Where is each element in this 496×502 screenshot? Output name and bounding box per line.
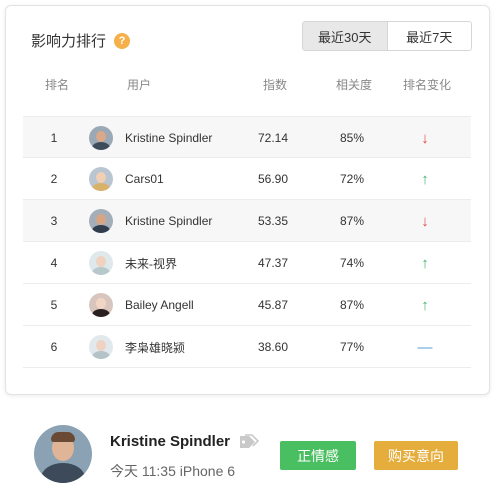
- positive-sentiment-button[interactable]: 正情感: [280, 441, 356, 470]
- avatar[interactable]: [89, 251, 113, 275]
- header-rank-change: 排名变化: [403, 78, 452, 92]
- arrow-down-icon: ↓: [421, 129, 429, 147]
- range-30-days-button[interactable]: 最近30天: [303, 22, 387, 50]
- arrow-up-icon: ↑: [421, 170, 429, 188]
- relevance-cell: 74%: [339, 256, 365, 270]
- post-author-bar: Kristine Spindler 今天 11:35 iPhone 6 正情感 …: [34, 425, 474, 485]
- relevance-cell: 77%: [339, 340, 365, 354]
- user-cell: Cars01: [89, 158, 164, 200]
- index-cell: 45.87: [257, 298, 289, 312]
- table-row[interactable]: 2 Cars01 56.90 72% ↑: [23, 158, 471, 200]
- rank-cell: 4: [50, 256, 58, 270]
- influence-ranking-panel: 影响力排行 ? 最近30天 最近7天 排名 用户 指数 相关度 排名变化 1 K…: [5, 5, 490, 395]
- arrow-up-icon: ↑: [421, 296, 429, 314]
- rank-cell: 2: [50, 172, 58, 186]
- user-cell: Bailey Angell: [89, 284, 194, 326]
- arrow-down-icon: ↓: [421, 212, 429, 230]
- user-name[interactable]: 李枭雄晓颍: [125, 339, 185, 356]
- table-row[interactable]: 5 Bailey Angell 45.87 87% ↑: [23, 284, 471, 326]
- help-icon[interactable]: ?: [114, 32, 131, 49]
- header-user: 用户: [127, 78, 152, 92]
- table-row[interactable]: 6 李枭雄晓颍 38.60 77% —: [23, 326, 471, 368]
- dash-icon: —: [417, 338, 433, 356]
- rank-cell: 3: [50, 214, 58, 228]
- avatar[interactable]: [89, 167, 113, 191]
- user-cell: Kristine Spindler: [89, 200, 212, 242]
- relevance-cell: 87%: [339, 298, 365, 312]
- user-cell: Kristine Spindler: [89, 117, 212, 159]
- table-row[interactable]: 1 Kristine Spindler 72.14 85% ↓: [23, 116, 471, 158]
- arrow-up-icon: ↑: [421, 254, 429, 272]
- panel-title: 影响力排行: [31, 33, 107, 50]
- relevance-cell: 85%: [339, 131, 365, 145]
- avatar[interactable]: [89, 209, 113, 233]
- header-rank: 排名: [45, 78, 70, 92]
- table-header: 排名 用户 指数 相关度 排名变化: [23, 76, 471, 100]
- user-name[interactable]: Bailey Angell: [125, 298, 194, 312]
- table-row[interactable]: 3 Kristine Spindler 53.35 87% ↓: [23, 200, 471, 242]
- panel-title-wrap: 影响力排行 ?: [31, 30, 131, 51]
- tag-icon[interactable]: [238, 433, 260, 450]
- user-name[interactable]: Kristine Spindler: [125, 214, 212, 228]
- user-cell: 李枭雄晓颍: [89, 326, 185, 368]
- post-meta: 今天 11:35 iPhone 6: [110, 463, 236, 479]
- table-row[interactable]: 4 未来-视界 47.37 74% ↑: [23, 242, 471, 284]
- purchase-intent-button[interactable]: 购买意向: [374, 441, 458, 470]
- rank-cell: 1: [50, 131, 58, 145]
- rank-cell: 5: [50, 298, 58, 312]
- index-cell: 38.60: [257, 340, 289, 354]
- index-cell: 47.37: [257, 256, 289, 270]
- avatar[interactable]: [89, 293, 113, 317]
- ranking-table-body: 1 Kristine Spindler 72.14 85% ↓ 2 Cars01…: [23, 116, 471, 368]
- user-name[interactable]: 未来-视界: [125, 255, 177, 272]
- index-cell: 72.14: [257, 131, 289, 145]
- header-index: 指数: [263, 78, 288, 92]
- author-name[interactable]: Kristine Spindler: [110, 433, 230, 450]
- rank-cell: 6: [50, 340, 58, 354]
- time-range-toggle: 最近30天 最近7天: [302, 21, 472, 51]
- index-cell: 53.35: [257, 214, 289, 228]
- range-7-days-button[interactable]: 最近7天: [386, 22, 471, 50]
- index-cell: 56.90: [257, 172, 289, 186]
- avatar[interactable]: [89, 126, 113, 150]
- header-relevance: 相关度: [336, 78, 373, 92]
- relevance-cell: 72%: [339, 172, 365, 186]
- avatar[interactable]: [89, 335, 113, 359]
- user-cell: 未来-视界: [89, 242, 177, 284]
- user-name[interactable]: Cars01: [125, 172, 164, 186]
- author-name-wrap: Kristine Spindler: [110, 433, 260, 450]
- avatar[interactable]: [34, 425, 92, 483]
- user-name[interactable]: Kristine Spindler: [125, 131, 212, 145]
- relevance-cell: 87%: [339, 214, 365, 228]
